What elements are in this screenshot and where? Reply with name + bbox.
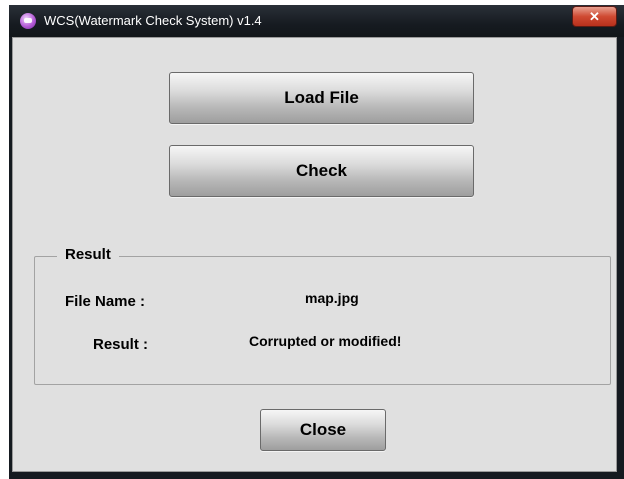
file-name-label: File Name :: [65, 293, 146, 310]
title-bar[interactable]: WCS(Watermark Check System) v1.4 ✕: [9, 5, 624, 37]
result-label: Result :: [93, 336, 149, 353]
check-button[interactable]: Check: [169, 145, 474, 197]
client-area: Load File Check Result File Name : map.j…: [12, 37, 617, 472]
result-group-label: Result: [57, 246, 119, 263]
load-file-button[interactable]: Load File: [169, 72, 474, 124]
app-icon: [20, 13, 36, 29]
close-button[interactable]: Close: [260, 409, 386, 451]
app-window: WCS(Watermark Check System) v1.4 ✕ Load …: [9, 5, 624, 479]
window-title: WCS(Watermark Check System) v1.4: [44, 13, 262, 28]
result-value: Corrupted or modified!: [249, 333, 402, 349]
close-icon[interactable]: ✕: [572, 6, 617, 27]
result-groupbox: Result File Name : map.jpg Result : Corr…: [34, 246, 611, 385]
file-name-value: map.jpg: [305, 290, 359, 306]
